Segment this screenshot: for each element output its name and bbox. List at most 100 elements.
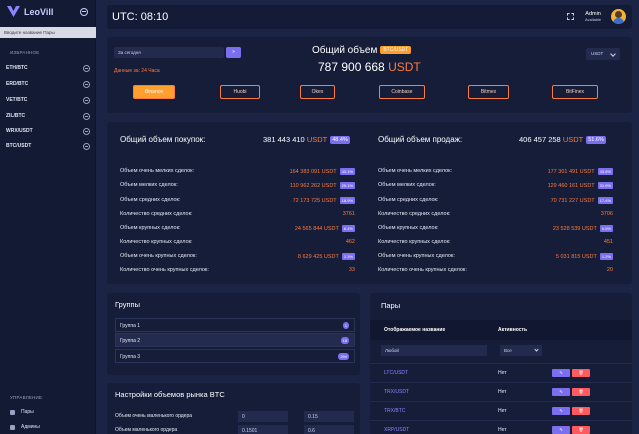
volume-row: Количество средних сделок: 3706 bbox=[378, 211, 613, 221]
favorite-pair-item[interactable]: ZIL/BTC bbox=[6, 110, 90, 122]
pairs-card: Пары Отображаемое название Активность Лю… bbox=[370, 293, 632, 434]
fullscreen-icon[interactable] bbox=[567, 13, 574, 20]
total-volume-title: Общий объем BTC/USDT bbox=[312, 45, 412, 56]
volume-row-percent: 6.4% bbox=[341, 225, 355, 232]
pair-name-link[interactable]: LTC/USDT bbox=[384, 370, 408, 376]
nav-item-pairs[interactable]: Пары bbox=[10, 409, 34, 415]
volume-row: Количество крупных сделок: 451 bbox=[378, 239, 613, 249]
pair-search-input[interactable]: Вводите название Пары bbox=[0, 27, 96, 38]
date-range-input[interactable]: За сегодня bbox=[114, 47, 224, 58]
logo[interactable]: LeoVill bbox=[7, 6, 53, 17]
volume-row-amount: 23 528 539 USDT bbox=[552, 225, 597, 232]
favorite-pair-item[interactable]: ETH/BTC bbox=[6, 62, 90, 74]
buy-volume-amount: 381 443 410 bbox=[263, 135, 305, 144]
table-row: TRX/USDT Нет ✎ 🗑 bbox=[370, 382, 632, 402]
nav-item-admins[interactable]: Админы bbox=[10, 424, 40, 430]
pairs-icon bbox=[10, 409, 15, 415]
volume-row-value: 23 528 539 USDT 5.8% bbox=[553, 225, 613, 232]
admin-info[interactable]: Admin Available bbox=[585, 11, 601, 22]
edit-pair-button[interactable]: ✎ bbox=[552, 369, 570, 377]
volume-row-value: 451 bbox=[604, 239, 613, 245]
pair-name-link[interactable]: TRX/BTC bbox=[384, 408, 405, 414]
currency-select[interactable]: USDT bbox=[586, 48, 620, 60]
exchange-button-binance[interactable]: Binance bbox=[133, 85, 175, 99]
delete-pair-button[interactable]: 🗑 bbox=[572, 426, 590, 434]
volume-row-value: 33 bbox=[349, 267, 355, 273]
exchange-button-okex[interactable]: Okex bbox=[300, 85, 335, 99]
delete-pair-button[interactable]: 🗑 bbox=[572, 407, 590, 415]
sell-volume-currency: USDT bbox=[562, 135, 584, 144]
volume-row-value: 462 bbox=[346, 239, 355, 245]
group-count-badge: 294 bbox=[338, 353, 349, 360]
table-row: LTC/USDT Нет ✎ 🗑 bbox=[370, 363, 632, 383]
pair-name-link[interactable]: XRP/USDT bbox=[384, 427, 409, 433]
exchange-button-bitfinex[interactable]: BitFinex bbox=[552, 85, 598, 99]
name-filter-input[interactable]: Любой bbox=[381, 345, 487, 356]
remove-favorite-icon[interactable] bbox=[83, 64, 90, 72]
volume-row-value: 177 301 491 USDT 43.6% bbox=[548, 168, 613, 175]
volume-row-percent: 1.2% bbox=[599, 253, 613, 260]
volume-row: Объем мелких сделок: 129 460 161 USDT 31.9… bbox=[378, 182, 613, 192]
volume-row-amount: 24 565 844 USDT bbox=[294, 225, 339, 232]
exchange-button-bitmex[interactable]: Bitmex bbox=[468, 85, 509, 99]
apply-date-button[interactable]: » bbox=[226, 47, 241, 58]
column-header-activity[interactable]: Активность bbox=[498, 327, 527, 333]
volume-row: Количество средних сделок: 3761 bbox=[120, 211, 355, 221]
volume-row-percent: 29.1% bbox=[339, 182, 355, 189]
remove-favorite-icon[interactable] bbox=[83, 112, 90, 120]
logo-v-icon bbox=[7, 6, 20, 17]
volume-row-value: 3761 bbox=[343, 211, 355, 217]
volume-row-value: 129 460 161 USDT 31.9% bbox=[548, 182, 613, 189]
remove-favorite-icon[interactable] bbox=[83, 142, 90, 150]
groups-card: Группы Группа 1 1 Группа 2 18 Группа 3 2… bbox=[107, 293, 360, 375]
delete-pair-button[interactable]: 🗑 bbox=[572, 369, 590, 377]
activity-filter-select[interactable]: Все bbox=[500, 345, 542, 356]
column-header-name[interactable]: Отображаемое название bbox=[384, 327, 445, 333]
volume-row-label: Количество крупных сделок: bbox=[120, 239, 193, 245]
favorite-pair-label: WRX/USDT bbox=[6, 128, 33, 134]
total-volume-currency: USDT bbox=[388, 60, 421, 74]
volume-row-value: 70 731 227 USDT 17.4% bbox=[551, 197, 613, 204]
total-volume-amount: 787 900 668 bbox=[318, 60, 385, 74]
remove-favorite-icon[interactable] bbox=[83, 80, 90, 88]
exchange-button-huobi[interactable]: Huobi bbox=[220, 85, 260, 99]
delete-pair-button[interactable]: 🗑 bbox=[572, 388, 590, 396]
volume-row-amount: 177 301 491 USDT bbox=[547, 168, 595, 175]
group-item[interactable]: Группа 1 1 bbox=[115, 318, 355, 332]
exchange-button-coinbase[interactable]: Coinbase bbox=[379, 85, 425, 99]
favorite-pair-item[interactable]: ERD/BTC bbox=[6, 78, 90, 90]
btc-volume-settings-card: Настройки объемов рынка BTC Объем очень … bbox=[107, 383, 360, 434]
favorite-pair-item[interactable]: BTC/USDT bbox=[6, 140, 90, 152]
edit-pair-button[interactable]: ✎ bbox=[552, 426, 570, 434]
group-item[interactable]: Группа 2 18 bbox=[115, 333, 355, 347]
volume-row-value: 72 173 725 USDT 18.9% bbox=[293, 197, 355, 204]
sidebar-toggle-icon[interactable] bbox=[80, 8, 88, 16]
group-item[interactable]: Группа 3 294 bbox=[115, 349, 355, 363]
volume-row-label: Объем очень мелких сделок: bbox=[378, 168, 453, 174]
remove-favorite-icon[interactable] bbox=[83, 96, 90, 104]
settings-max-input[interactable]: 0.15 bbox=[304, 411, 354, 422]
volume-row: Объем очень мелких сделок: 177 301 491 US… bbox=[378, 168, 613, 178]
utc-clock: UTC: 08:10 bbox=[112, 11, 169, 23]
buy-volume-title: Общий объем покупок: bbox=[120, 135, 206, 144]
pair-activity: Нет bbox=[498, 408, 507, 414]
edit-pair-button[interactable]: ✎ bbox=[552, 388, 570, 396]
favorite-pair-label: VET/BTC bbox=[6, 97, 28, 103]
volume-row-amount: 33 bbox=[348, 267, 355, 273]
pair-activity: Нет bbox=[498, 389, 507, 395]
pair-name-link[interactable]: TRX/USDT bbox=[384, 389, 409, 395]
settings-max-input[interactable]: 0.6 bbox=[304, 425, 354, 434]
avatar[interactable] bbox=[611, 9, 626, 24]
volume-row-amount: 20 bbox=[606, 267, 613, 273]
manage-section-title: УПРАВЛЕНИЕ bbox=[10, 395, 43, 400]
settings-min-input[interactable]: 0.1501 bbox=[238, 425, 288, 434]
settings-min-input[interactable]: 0 bbox=[238, 411, 288, 422]
favorite-pair-item[interactable]: WRX/USDT bbox=[6, 125, 90, 137]
volume-row-amount: 8 629 425 USDT bbox=[297, 253, 339, 260]
volume-row-label: Количество средних сделок: bbox=[120, 211, 193, 217]
edit-pair-button[interactable]: ✎ bbox=[552, 407, 570, 415]
sell-volume-amount: 406 457 258 bbox=[519, 135, 561, 144]
remove-favorite-icon[interactable] bbox=[83, 127, 90, 135]
volume-row-amount: 5 031 815 USDT bbox=[555, 253, 597, 260]
favorite-pair-item[interactable]: VET/BTC bbox=[6, 94, 90, 106]
